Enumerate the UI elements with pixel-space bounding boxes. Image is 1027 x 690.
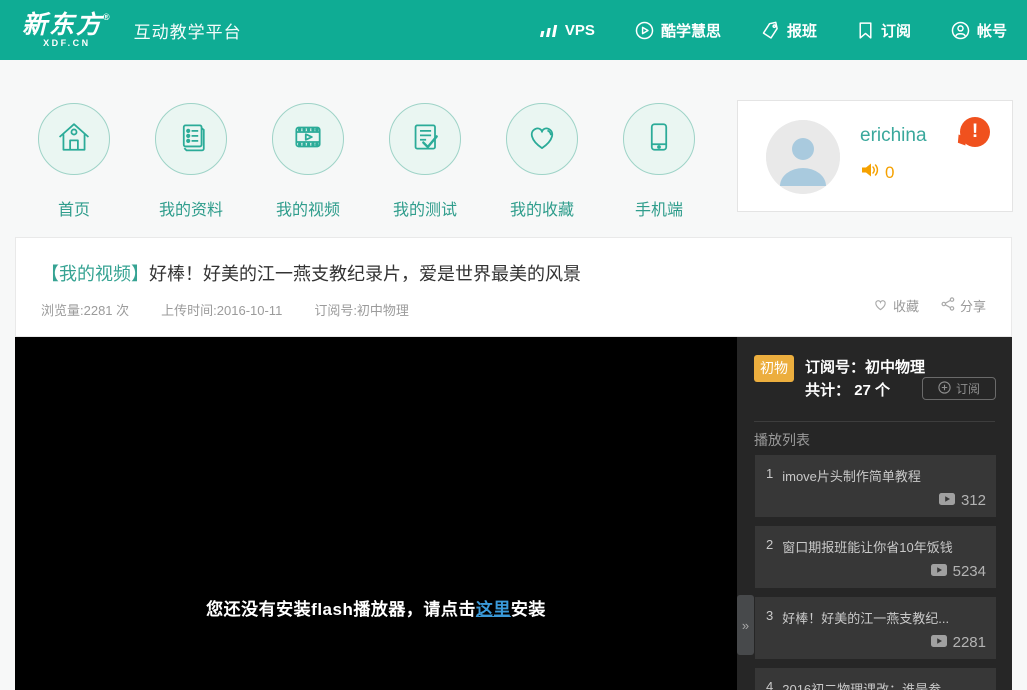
playlist-title: 播放列表 xyxy=(754,430,810,450)
play-count: 2281 xyxy=(953,634,986,651)
menu-label: 酷学慧思 xyxy=(661,20,721,41)
film-icon xyxy=(288,117,328,162)
nav-item-tests[interactable]: 我的测试 xyxy=(389,103,461,220)
video-count-icon xyxy=(939,492,955,509)
video-player[interactable]: 您还没有安装flash播放器，请点击这里安装 xyxy=(15,337,737,690)
playlist-item-2[interactable]: 2 窗口期报班能让你省10年饭钱 5234 xyxy=(755,526,996,588)
menu-item-dingyue[interactable]: 订阅 xyxy=(857,20,911,41)
item-index: 2 xyxy=(766,537,773,556)
brand-name: 新东方 xyxy=(22,11,103,39)
video-actions: 收藏 分享 xyxy=(873,296,986,315)
documents-icon xyxy=(171,117,211,162)
home-icon xyxy=(54,117,94,162)
collect-button[interactable]: 收藏 xyxy=(873,296,919,315)
item-title: imove片头制作简单教程 xyxy=(782,466,921,485)
heart-outline-icon xyxy=(873,297,888,314)
subscribe-label: 订阅 xyxy=(956,380,980,397)
menu-label: 报班 xyxy=(787,20,817,41)
play-circle-icon xyxy=(635,21,654,40)
avatar[interactable] xyxy=(766,120,840,194)
view-count: 浏览量:2281 次 xyxy=(41,300,129,319)
tag-icon xyxy=(761,21,780,40)
share-icon xyxy=(941,297,955,314)
playlist-item-3[interactable]: 3 好棒！好美的江一燕支教纪... 2281 xyxy=(755,597,996,659)
divider xyxy=(754,421,995,422)
item-title: 2016初二物理课改：谁是参... xyxy=(782,679,952,690)
playlist-item-4[interactable]: 4 2016初二物理课改：谁是参... xyxy=(755,668,996,690)
playlist-sidebar: 初物 订阅号：初中物理 共计： 27 个 订阅 播放列表 1 imove片头制作简… xyxy=(737,337,1012,690)
notification-badge[interactable]: ! xyxy=(960,117,990,147)
playlist: 1imove片头制作简单教程 312 2窗口期报班能让你省10年饭钱 5234 … xyxy=(755,455,996,690)
sidebar-collapse-handle[interactable]: » xyxy=(737,595,754,655)
nav-label: 我的收藏 xyxy=(506,196,578,220)
vps-bars-icon xyxy=(538,21,558,39)
nav-item-materials[interactable]: 我的资料 xyxy=(155,103,227,220)
plus-circle-icon xyxy=(938,381,951,397)
menu-label: VPS xyxy=(565,22,595,39)
nav-label: 我的视频 xyxy=(272,196,344,220)
heart-icon xyxy=(522,117,562,162)
platform-title: 互动教学平台 xyxy=(134,18,242,43)
subscribe-button[interactable]: 订阅 xyxy=(922,377,996,400)
collect-label: 收藏 xyxy=(893,296,919,315)
video-count-icon xyxy=(931,563,947,580)
nav-item-mobile[interactable]: 手机端 xyxy=(623,103,695,220)
video-title: 【我的视频】好棒！好美的江一燕支教纪录片，爱是世界最美的风景 xyxy=(41,260,986,286)
item-title: 好棒！好美的江一燕支教纪... xyxy=(782,608,949,627)
sound-count[interactable]: 0 xyxy=(860,161,894,184)
share-label: 分享 xyxy=(960,296,986,315)
menu-label: 帐号 xyxy=(977,20,1007,41)
item-index: 3 xyxy=(766,608,773,627)
flash-install-message: 您还没有安装flash播放器，请点击这里安装 xyxy=(15,595,737,620)
bookmark-icon xyxy=(857,21,874,40)
nav-item-favorites[interactable]: 我的收藏 xyxy=(506,103,578,220)
nav-label: 首页 xyxy=(38,196,110,220)
subscription-total: 共计： 27 个 xyxy=(805,379,890,400)
playlist-item-1[interactable]: 1 imove片头制作简单教程 312 xyxy=(755,455,996,517)
test-check-icon xyxy=(405,117,445,162)
menu-item-kuxue[interactable]: 酷学慧思 xyxy=(635,20,721,41)
subscription-badge: 初物 xyxy=(754,355,794,382)
play-count: 5234 xyxy=(953,563,986,580)
video-title-text: 好棒！好美的江一燕支教纪录片，爱是世界最美的风景 xyxy=(149,264,581,284)
subscription-title: 订阅号：初中物理 xyxy=(805,356,925,377)
nav-label: 我的测试 xyxy=(389,196,461,220)
item-index: 4 xyxy=(766,679,773,690)
xdf-logo[interactable]: 新东方® XDF.CN xyxy=(22,13,112,48)
subscription-name: 订阅号:初中物理 xyxy=(314,300,409,319)
menu-item-baoban[interactable]: 报班 xyxy=(761,20,817,41)
nav-item-home[interactable]: 首页 xyxy=(38,103,110,220)
item-index: 1 xyxy=(766,466,773,485)
nav-label: 我的资料 xyxy=(155,196,227,220)
total-count: 27 个 xyxy=(854,382,890,399)
account-icon xyxy=(951,21,970,40)
menu-label: 订阅 xyxy=(881,20,911,41)
upload-time: 上传时间:2016-10-11 xyxy=(161,300,282,319)
video-count-icon xyxy=(931,634,947,651)
video-meta: 浏览量:2281 次 上传时间:2016-10-11 订阅号:初中物理 xyxy=(41,300,986,319)
user-card: erichina 0 ! xyxy=(737,100,1013,212)
page: 新东方® XDF.CN 互动教学平台 VPS 酷学慧思 报班 订阅 xyxy=(0,0,1027,690)
play-count: 312 xyxy=(961,492,986,509)
nav-label: 手机端 xyxy=(623,196,695,220)
top-header: 新东方® XDF.CN 互动教学平台 VPS 酷学慧思 报班 订阅 xyxy=(0,0,1027,60)
nav-item-videos[interactable]: 我的视频 xyxy=(272,103,344,220)
phone-icon xyxy=(639,117,679,162)
sound-value: 0 xyxy=(885,163,894,183)
menu-item-vps[interactable]: VPS xyxy=(538,21,595,39)
flash-install-link[interactable]: 这里 xyxy=(476,600,511,619)
item-title: 窗口期报班能让你省10年饭钱 xyxy=(782,537,952,556)
main-nav: 首页 我的资料 我的视频 我的测试 我的收藏 手机端 xyxy=(38,103,695,220)
video-category-tag: 【我的视频】 xyxy=(41,264,149,284)
brand-domain: XDF.CN xyxy=(22,39,112,48)
username[interactable]: erichina xyxy=(860,125,927,147)
menu-item-account[interactable]: 帐号 xyxy=(951,20,1007,41)
video-info-card: 【我的视频】好棒！好美的江一燕支教纪录片，爱是世界最美的风景 浏览量:2281 … xyxy=(15,237,1012,337)
share-button[interactable]: 分享 xyxy=(941,296,986,315)
header-menu: VPS 酷学慧思 报班 订阅 帐号 xyxy=(538,20,1007,41)
registered-mark: ® xyxy=(103,12,112,22)
speaker-icon xyxy=(860,161,880,184)
